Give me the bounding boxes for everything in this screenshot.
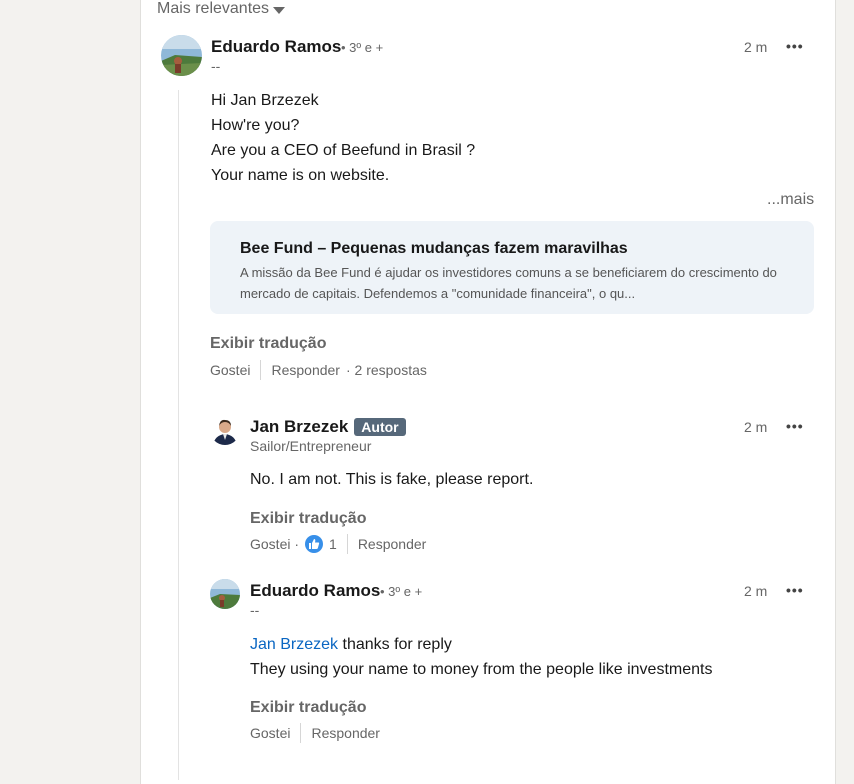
- show-translation-button[interactable]: Exibir tradução: [250, 510, 366, 528]
- avatar[interactable]: [210, 415, 240, 445]
- reply-text: thanks for reply: [342, 636, 452, 653]
- thread-line: [178, 90, 179, 780]
- reply-actions: Gostei Responder: [250, 723, 380, 743]
- comment-line: Your name is on website.: [211, 167, 390, 184]
- author-headline: --: [211, 58, 221, 74]
- caret-down-icon: [273, 6, 286, 14]
- reply-actions: Gostei · 1 Responder: [250, 534, 426, 554]
- more-options-icon[interactable]: •••: [786, 38, 804, 54]
- reply-button[interactable]: Responder: [358, 536, 427, 552]
- divider: [300, 723, 302, 743]
- connection-degree: • 3º e +: [341, 40, 384, 55]
- reply-time: 2 m: [744, 583, 768, 599]
- reply-author[interactable]: Jan Brzezek: [250, 417, 348, 436]
- link-description: A missão da Bee Fund é ajudar os investi…: [240, 265, 777, 301]
- more-options-icon[interactable]: •••: [786, 582, 804, 598]
- divider: [260, 360, 262, 380]
- mention-link[interactable]: Jan Brzezek: [250, 636, 338, 653]
- reply-button[interactable]: Responder: [311, 725, 380, 741]
- connection-degree: • 3º e +: [380, 584, 423, 599]
- author-headline: --: [250, 602, 260, 618]
- more-options-icon[interactable]: •••: [786, 418, 804, 434]
- like-button[interactable]: Gostei: [250, 725, 290, 741]
- comment-line: Hi Jan Brzezek: [211, 92, 319, 109]
- author-badge: Autor: [354, 418, 406, 436]
- like-button[interactable]: Gostei ·: [250, 536, 299, 552]
- reply-time: 2 m: [744, 419, 768, 435]
- sort-label: Mais relevantes: [157, 0, 270, 17]
- like-count[interactable]: 1: [329, 536, 337, 552]
- comment-actions: Gostei Responder · 2 respostas: [210, 360, 427, 380]
- reply-body: Jan Brzezek thanks for reply They using …: [250, 632, 712, 682]
- link-preview[interactable]: Bee Fund – Pequenas mudanças fazem marav…: [210, 221, 814, 314]
- divider: [346, 534, 348, 554]
- avatar[interactable]: [161, 35, 202, 76]
- comment-line: Are you a CEO of Beefund in Brasil ?: [211, 142, 476, 159]
- reply-body: No. I am not. This is fake, please repor…: [250, 471, 534, 488]
- comment-author[interactable]: Eduardo Ramos: [211, 37, 341, 57]
- thumbs-up-icon[interactable]: [305, 535, 324, 553]
- avatar[interactable]: [210, 579, 240, 609]
- like-button[interactable]: Gostei: [210, 362, 250, 378]
- comment-time: 2 m: [744, 39, 768, 55]
- reply-author-row: Jan Brzezek Autor: [250, 417, 406, 437]
- reply-line: They using your name to money from the p…: [250, 661, 713, 678]
- sort-dropdown[interactable]: Mais relevantes: [157, 0, 286, 18]
- reply-author[interactable]: Eduardo Ramos: [250, 581, 380, 601]
- comment-body: Hi Jan Brzezek How're you? Are you a CEO…: [211, 88, 475, 188]
- comment-line: How're you?: [211, 117, 300, 134]
- show-translation-button[interactable]: Exibir tradução: [250, 699, 366, 717]
- replies-count[interactable]: · 2 respostas: [346, 362, 427, 378]
- reply-button[interactable]: Responder: [271, 362, 340, 378]
- author-headline: Sailor/Entrepreneur: [250, 438, 372, 454]
- link-title: Bee Fund – Pequenas mudanças fazem marav…: [240, 240, 628, 257]
- see-more-button[interactable]: ...mais: [767, 191, 814, 209]
- show-translation-button[interactable]: Exibir tradução: [210, 335, 326, 353]
- reply-line: Jan Brzezek thanks for reply: [250, 632, 712, 657]
